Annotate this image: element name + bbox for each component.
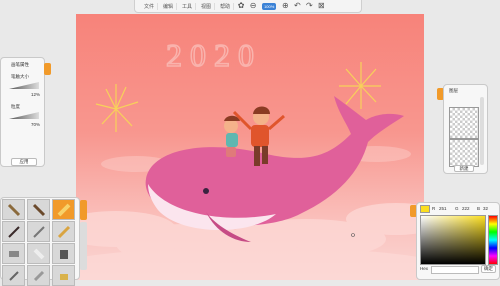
brush-icon bbox=[32, 203, 45, 216]
crayon-icon bbox=[57, 225, 70, 238]
g-label: G bbox=[455, 206, 459, 211]
pencil-icon bbox=[7, 203, 20, 216]
tool-palette bbox=[0, 197, 80, 286]
year-text: 2020 bbox=[166, 37, 262, 73]
brush-apply-button[interactable]: 应用 bbox=[11, 158, 37, 166]
brush-size-slider[interactable] bbox=[9, 82, 39, 89]
r-label: R bbox=[432, 206, 436, 211]
menu-tools[interactable]: 工具 bbox=[179, 2, 197, 10]
brush-opacity-value: 70% bbox=[31, 122, 41, 127]
undo-icon[interactable]: ↶ bbox=[292, 1, 302, 11]
firework-right bbox=[339, 62, 381, 109]
bucket-icon bbox=[59, 249, 68, 259]
b-label: B bbox=[477, 206, 481, 211]
marker-icon bbox=[57, 203, 70, 216]
brush-size-value: 12% bbox=[31, 92, 41, 97]
layer-thumbnail-2[interactable] bbox=[449, 139, 479, 167]
current-color-swatch[interactable] bbox=[420, 205, 430, 213]
brush-tool-6[interactable] bbox=[52, 221, 75, 242]
spray-icon bbox=[33, 270, 44, 281]
brush-panel: 画笔属性 笔触大小 12% 粒度 70% 应用 bbox=[0, 57, 45, 167]
roller-icon bbox=[8, 250, 19, 257]
menu-view[interactable]: 视图 bbox=[198, 2, 216, 10]
zoom-out-icon[interactable]: ⊖ bbox=[248, 1, 258, 11]
brush-panel-title: 画笔属性 bbox=[11, 62, 29, 67]
layers-panel-title: 图层 bbox=[449, 88, 458, 93]
menubar: 文件 编辑 工具 视图 帮助 ✿ ⊖ 100% ⊕ ↶ ↷ ⊠ bbox=[134, 0, 362, 13]
color-panel: R 251 G 222 B 32 Hex 确定 bbox=[416, 202, 500, 280]
stamp-icon bbox=[59, 273, 68, 280]
pen-icon bbox=[7, 225, 20, 238]
firework-left bbox=[95, 84, 139, 132]
menu-edit[interactable]: 编辑 bbox=[160, 2, 178, 10]
layers-panel: 图层 新建 bbox=[443, 84, 488, 174]
redo-icon[interactable]: ↷ bbox=[304, 1, 314, 11]
brush-panel-tab[interactable] bbox=[44, 63, 51, 75]
brush-tool-3[interactable] bbox=[52, 199, 75, 220]
smudge-icon bbox=[8, 270, 19, 281]
hex-label: Hex bbox=[420, 266, 429, 271]
layers-scrollbar[interactable] bbox=[480, 97, 484, 165]
layer-thumbnail-1[interactable] bbox=[449, 107, 479, 139]
brush-opacity-slider[interactable] bbox=[9, 112, 39, 119]
new-layer-button[interactable]: 新建 bbox=[454, 165, 474, 172]
brush-opacity-label: 粒度 bbox=[11, 104, 20, 109]
b-value[interactable]: 32 bbox=[483, 206, 488, 211]
brush-tool-9[interactable] bbox=[52, 243, 75, 264]
knife-icon bbox=[32, 225, 45, 238]
r-value[interactable]: 251 bbox=[439, 206, 447, 211]
brush-tool-8[interactable] bbox=[27, 243, 50, 264]
brush-tool-2[interactable] bbox=[27, 199, 50, 220]
brush-tool-5[interactable] bbox=[27, 221, 50, 242]
brush-tool-1[interactable] bbox=[2, 199, 25, 220]
close-icon[interactable]: ⊠ bbox=[316, 1, 326, 11]
menu-file[interactable]: 文件 bbox=[141, 2, 159, 10]
brush-tool-12[interactable] bbox=[52, 265, 75, 286]
saturation-value-picker[interactable] bbox=[420, 215, 486, 265]
color-ok-button[interactable]: 确定 bbox=[481, 265, 496, 273]
brush-size-label: 笔触大小 bbox=[11, 74, 29, 79]
drawing-canvas[interactable]: 2020 bbox=[76, 14, 424, 280]
hue-slider[interactable] bbox=[488, 215, 498, 265]
tool-palette-tab[interactable] bbox=[80, 200, 87, 220]
hex-input[interactable] bbox=[431, 266, 479, 274]
illustration: 2020 bbox=[76, 36, 424, 280]
eraser-icon bbox=[33, 248, 44, 259]
palette-icon[interactable]: ✿ bbox=[236, 1, 246, 11]
brush-tool-11[interactable] bbox=[27, 265, 50, 286]
brush-tool-7[interactable] bbox=[2, 243, 25, 264]
menu-help[interactable]: 帮助 bbox=[217, 2, 235, 10]
zoom-in-icon[interactable]: ⊕ bbox=[280, 1, 290, 11]
zoom-level[interactable]: 100% bbox=[262, 2, 277, 10]
brush-tool-4[interactable] bbox=[2, 221, 25, 242]
brush-tool-10[interactable] bbox=[2, 265, 25, 286]
tool-palette-tab-2[interactable] bbox=[80, 222, 87, 270]
g-value[interactable]: 222 bbox=[462, 206, 470, 211]
